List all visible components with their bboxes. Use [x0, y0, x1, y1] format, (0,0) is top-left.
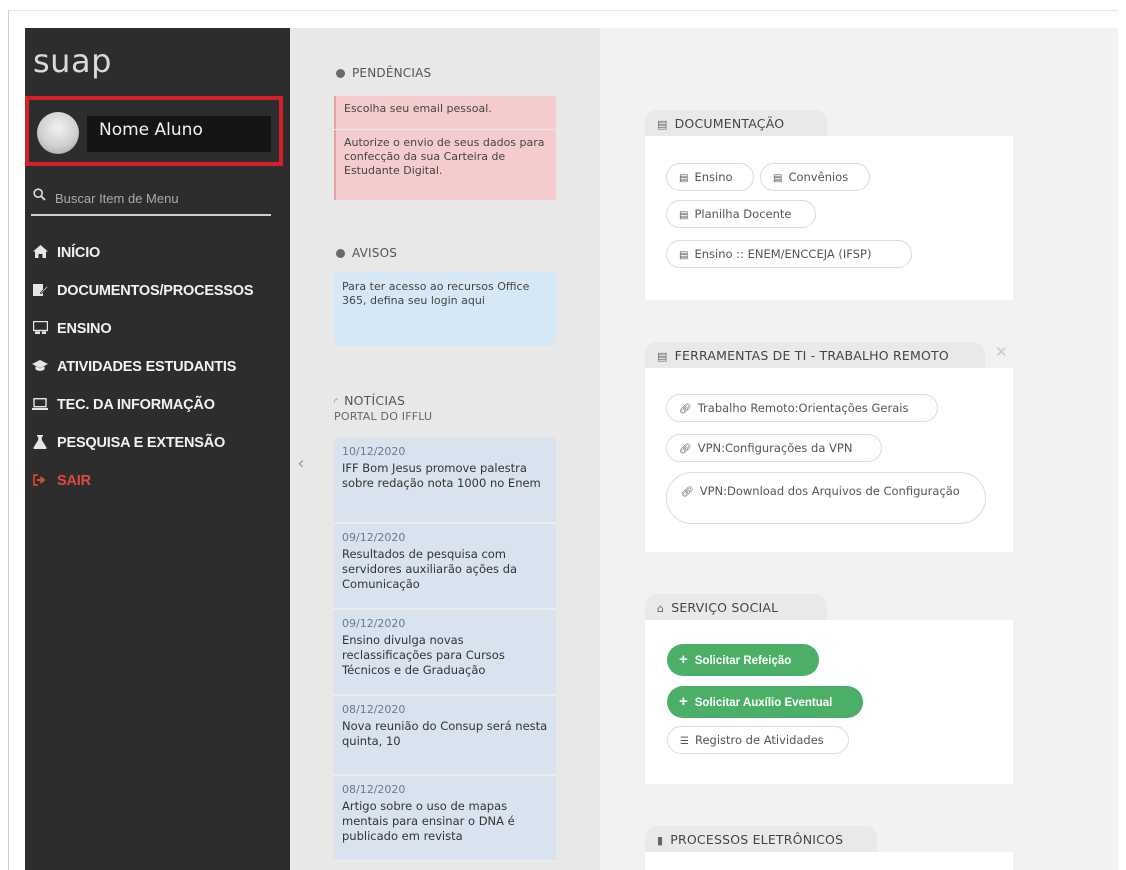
ti-link-vpn-config[interactable]: 🔗︎ VPN:Configurações da VPN — [666, 434, 882, 462]
flask-icon — [29, 434, 51, 452]
sidebar-item-documentos[interactable]: DOCUMENTOS/PROCESSOS — [29, 272, 289, 310]
sidebar-item-pesquisa-extensao[interactable]: PESQUISA E EXTENSÃO — [29, 424, 289, 462]
noticias-subtitle: PORTAL DO IFFLU — [334, 410, 433, 423]
sidebar-item-ensino[interactable]: ENSINO — [29, 310, 289, 348]
news-date: 09/12/2020 — [342, 617, 406, 630]
noticias-heading: ◜ NOTÍCIAS PORTAL DO IFFLU — [334, 393, 433, 424]
documentacao-tab: ▤ DOCUMENTAÇÃO — [645, 110, 827, 136]
user-name: Nome Aluno — [99, 120, 203, 140]
collapse-sidebar-chevron-icon[interactable]: ‹ — [290, 453, 312, 474]
registro-atividades-link[interactable]: ☰ Registro de Atividades — [667, 726, 849, 754]
doc-link-enem-encceja[interactable]: ▤ Ensino :: ENEM/ENCCEJA (IFSP) — [666, 240, 912, 268]
search-icon — [33, 188, 46, 205]
news-list: 10/12/2020 IFF Bom Jesus promove palestr… — [334, 438, 556, 862]
doc-link-convenios[interactable]: ▤ Convênios — [760, 163, 870, 191]
doc-link-planilha-docente[interactable]: ▤ Planilha Docente — [666, 200, 816, 228]
home-icon — [29, 245, 51, 261]
book-icon: ▤ — [679, 210, 689, 221]
link-icon: 🔗︎ — [679, 444, 692, 455]
news-item[interactable]: 08/12/2020 Artigo sobre o uso de mapas m… — [334, 776, 556, 862]
sidebar-item-inicio[interactable]: INÍCIO — [29, 234, 289, 272]
book-icon: ▤ — [679, 250, 689, 261]
book-icon: ▤ — [657, 350, 668, 363]
graduation-cap-icon — [29, 359, 51, 375]
plus-icon: + — [679, 651, 688, 668]
avisos-heading: AVISOS — [336, 246, 397, 260]
sign-out-icon — [29, 473, 51, 489]
pendencias-heading: PENDÊNCIAS — [336, 66, 431, 80]
sidebar-item-label: DOCUMENTOS/PROCESSOS — [57, 283, 254, 299]
sidebar-item-label: TEC. DA INFORMAÇÃO — [57, 397, 215, 413]
pendencia-item[interactable]: Escolha seu email pessoal. — [334, 96, 556, 129]
list-icon: ☰ — [680, 736, 689, 747]
window-left-border — [8, 10, 9, 870]
sidebar-item-atividades-estudantis[interactable]: ATIVIDADES ESTUDANTIS — [29, 348, 289, 386]
news-item[interactable]: 08/12/2020 Nova reunião do Consup será n… — [334, 696, 556, 776]
book-icon: ▤ — [773, 173, 783, 184]
sidebar: suap Nome Aluno INÍCIO DOCUMENTOS/PROCES… — [25, 28, 290, 870]
graduation-cap-icon: ⌂ — [657, 602, 665, 615]
news-title[interactable]: Ensino divulga novas reclassificações pa… — [342, 633, 548, 678]
processos-eletronicos-card — [645, 852, 1013, 870]
laptop-icon — [29, 397, 51, 413]
documents-icon — [29, 283, 51, 299]
book-icon: ▤ — [679, 173, 689, 184]
app-logo[interactable]: suap — [33, 42, 112, 80]
close-icon[interactable]: ✕ — [995, 343, 1008, 361]
file-icon: ▮ — [657, 834, 664, 847]
aviso-item[interactable]: Para ter acesso ao recursos Office 365, … — [334, 272, 556, 346]
news-item[interactable]: 09/12/2020 Resultados de pesquisa com se… — [334, 524, 556, 610]
info-circle-icon — [336, 249, 345, 258]
solicitar-auxilio-button[interactable]: + Solicitar Auxílio Eventual — [667, 686, 863, 718]
news-item[interactable]: 09/12/2020 Ensino divulga novas reclassi… — [334, 610, 556, 696]
menu-search — [31, 184, 271, 216]
ensino-icon — [29, 320, 51, 337]
sidebar-item-label: ATIVIDADES ESTUDANTIS — [57, 359, 237, 375]
ti-link-vpn-download[interactable]: 🔗︎ VPN:Download dos Arquivos de Configura… — [666, 472, 986, 524]
news-title[interactable]: IFF Bom Jesus promove palestra sobre red… — [342, 461, 548, 491]
info-circle-icon — [336, 69, 345, 78]
news-date: 09/12/2020 — [342, 531, 406, 544]
news-date: 08/12/2020 — [342, 703, 406, 716]
link-icon: 🔗︎ — [681, 487, 694, 498]
plus-icon: + — [679, 693, 688, 710]
news-date: 08/12/2020 — [342, 783, 406, 796]
news-title[interactable]: Resultados de pesquisa com servidores au… — [342, 547, 548, 592]
news-title[interactable]: Artigo sobre o uso de mapas mentais para… — [342, 799, 548, 844]
window-top-border — [8, 10, 1118, 11]
sidebar-item-label: ENSINO — [57, 321, 112, 337]
search-input[interactable] — [53, 186, 267, 210]
servico-social-tab: ⌂ SERVIÇO SOCIAL — [645, 594, 827, 620]
user-profile-highlight[interactable]: Nome Aluno — [25, 96, 283, 166]
main-menu: INÍCIO DOCUMENTOS/PROCESSOS ENSINO ATIVI… — [29, 234, 289, 500]
link-icon: 🔗︎ — [679, 404, 692, 415]
sidebar-item-label: SAIR — [57, 473, 91, 489]
news-date: 10/12/2020 — [342, 445, 406, 458]
solicitar-refeicao-button[interactable]: + Solicitar Refeição — [667, 644, 819, 676]
ti-link-trabalho-remoto[interactable]: 🔗︎ Trabalho Remoto:Orientações Gerais — [666, 394, 938, 422]
rss-icon: ◜ — [334, 397, 339, 408]
doc-link-ensino[interactable]: ▤ Ensino — [666, 163, 754, 191]
news-item[interactable]: 10/12/2020 IFF Bom Jesus promove palestr… — [334, 438, 556, 524]
processos-eletronicos-tab: ▮ PROCESSOS ELETRÔNICOS — [645, 826, 877, 852]
avatar[interactable] — [37, 112, 79, 154]
notifications-column: ‹ PENDÊNCIAS Escolha seu email pessoal. … — [290, 28, 600, 870]
sidebar-item-label: PESQUISA E EXTENSÃO — [57, 435, 226, 451]
pendencia-item[interactable]: Autorize o envio de seus dados para conf… — [334, 130, 556, 200]
sidebar-item-sair[interactable]: SAIR — [29, 462, 289, 500]
ferramentas-tab: ▤ FERRAMENTAS DE TI - TRABALHO REMOTO — [645, 342, 985, 368]
sidebar-item-tec-informacao[interactable]: TEC. DA INFORMAÇÃO — [29, 386, 289, 424]
news-title[interactable]: Nova reunião do Consup será nesta quinta… — [342, 719, 548, 749]
sidebar-item-label: INÍCIO — [57, 245, 101, 261]
book-icon: ▤ — [657, 118, 668, 131]
